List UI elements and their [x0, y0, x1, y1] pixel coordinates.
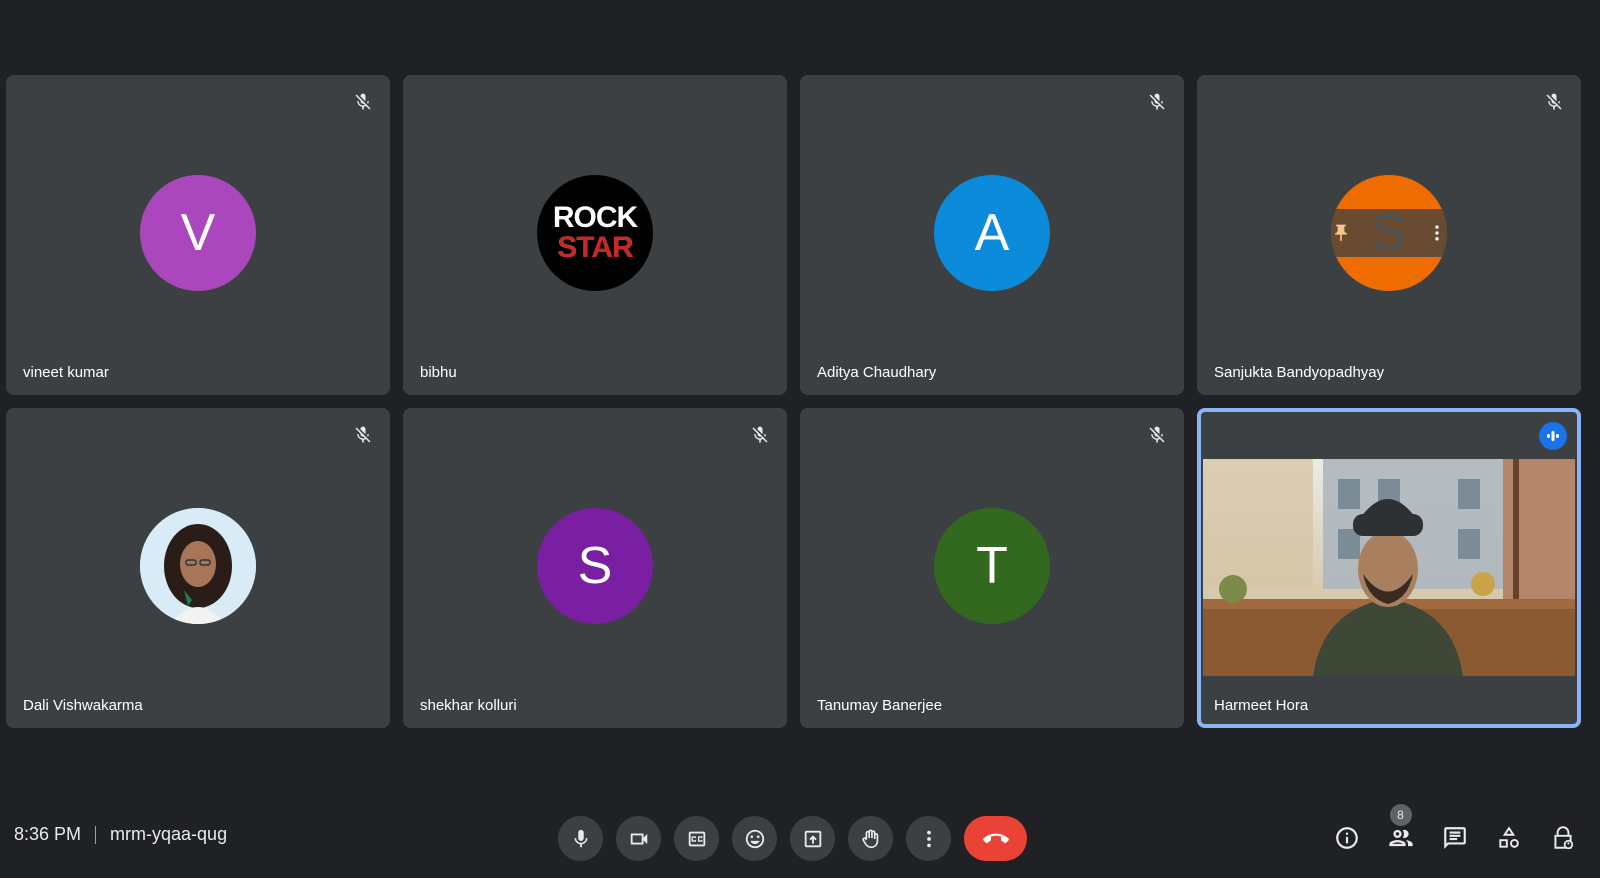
- camera-button[interactable]: [616, 816, 661, 861]
- participant-tile-active-speaker[interactable]: Harmeet Hora: [1197, 408, 1581, 728]
- pin-icon[interactable]: [1329, 221, 1353, 245]
- side-panel-buttons: 8: [1329, 804, 1580, 855]
- microphone-button[interactable]: [558, 816, 603, 861]
- participant-grid: V vineet kumar ROCK STAR bibhu A Aditya …: [6, 75, 1582, 728]
- participant-tile[interactable]: T Tanumay Banerjee: [800, 408, 1184, 728]
- avatar: S: [537, 508, 653, 624]
- participant-tile[interactable]: V vineet kumar: [6, 75, 390, 395]
- raise-hand-icon: [861, 829, 878, 848]
- mic-off-icon: [350, 422, 376, 448]
- avatar: ROCK STAR: [537, 175, 653, 291]
- participant-name: bibhu: [420, 364, 457, 381]
- participant-tile[interactable]: S shekhar kolluri: [403, 408, 787, 728]
- end-call-icon: [982, 833, 1009, 843]
- emoji-button[interactable]: [732, 816, 777, 861]
- meeting-time: 8:36 PM: [14, 824, 82, 844]
- participant-video: [1203, 459, 1575, 676]
- mic-off-icon: [1144, 89, 1170, 115]
- captions-button[interactable]: [674, 816, 719, 861]
- activities-icon: [1498, 825, 1519, 848]
- microphone-icon: [574, 829, 587, 847]
- captions-icon: [688, 831, 705, 846]
- chat-icon: [1443, 826, 1466, 849]
- emoji-icon: [745, 829, 764, 848]
- more-options-icon: [926, 830, 931, 847]
- avatar: A: [934, 175, 1050, 291]
- camera-icon: [630, 833, 647, 844]
- mic-off-icon: [1144, 422, 1170, 448]
- call-controls: [558, 816, 1027, 861]
- activities-button[interactable]: [1491, 820, 1526, 855]
- participant-tile[interactable]: Dali Vishwakarma: [6, 408, 390, 728]
- participant-name: vineet kumar: [23, 364, 109, 381]
- participant-name: shekhar kolluri: [420, 697, 517, 714]
- people-count-badge: 8: [1389, 804, 1412, 826]
- host-controls-icon: [1553, 825, 1573, 849]
- participant-tile[interactable]: ROCK STAR bibhu: [403, 75, 787, 395]
- people-button[interactable]: 8: [1383, 804, 1418, 855]
- more-options-icon[interactable]: [1425, 221, 1449, 245]
- participant-tile[interactable]: A Aditya Chaudhary: [800, 75, 1184, 395]
- participant-name: Aditya Chaudhary: [817, 364, 937, 381]
- divider: [95, 825, 97, 844]
- participant-name: Tanumay Banerjee: [817, 697, 943, 714]
- chat-button[interactable]: [1437, 820, 1472, 855]
- meeting-details-button[interactable]: [1329, 820, 1364, 855]
- participant-name: Dali Vishwakarma: [23, 697, 143, 714]
- end-call-button[interactable]: [964, 816, 1027, 861]
- mic-off-icon: [747, 422, 773, 448]
- avatar: V: [140, 175, 256, 291]
- avatar-text-top: ROCK: [552, 201, 638, 234]
- host-controls-button[interactable]: [1545, 820, 1580, 855]
- tile-hover-controls: [1315, 209, 1463, 257]
- present-icon: [804, 830, 821, 847]
- people-icon: [1388, 829, 1413, 846]
- meeting-details: 8:36 PM mrm-yqaa-qug: [14, 824, 227, 845]
- meeting-toolbar: 8:36 PM mrm-yqaa-qug 8: [0, 798, 1600, 878]
- meeting-code: mrm-yqaa-qug: [110, 824, 228, 844]
- participant-name: Sanjukta Bandyopadhyay: [1214, 364, 1385, 381]
- avatar-photo: [140, 508, 256, 624]
- more-options-button[interactable]: [906, 816, 951, 861]
- avatar-text-bottom: STAR: [557, 231, 633, 264]
- mic-off-icon: [1541, 89, 1567, 115]
- mic-off-icon: [350, 89, 376, 115]
- participant-tile[interactable]: S Sanjukta Bandyopadhyay: [1197, 75, 1581, 395]
- participant-name: Harmeet Hora: [1214, 697, 1309, 714]
- raise-hand-button[interactable]: [848, 816, 893, 861]
- present-button[interactable]: [790, 816, 835, 861]
- info-icon: [1335, 826, 1358, 849]
- speaking-indicator-icon: [1539, 422, 1567, 450]
- avatar: T: [934, 508, 1050, 624]
